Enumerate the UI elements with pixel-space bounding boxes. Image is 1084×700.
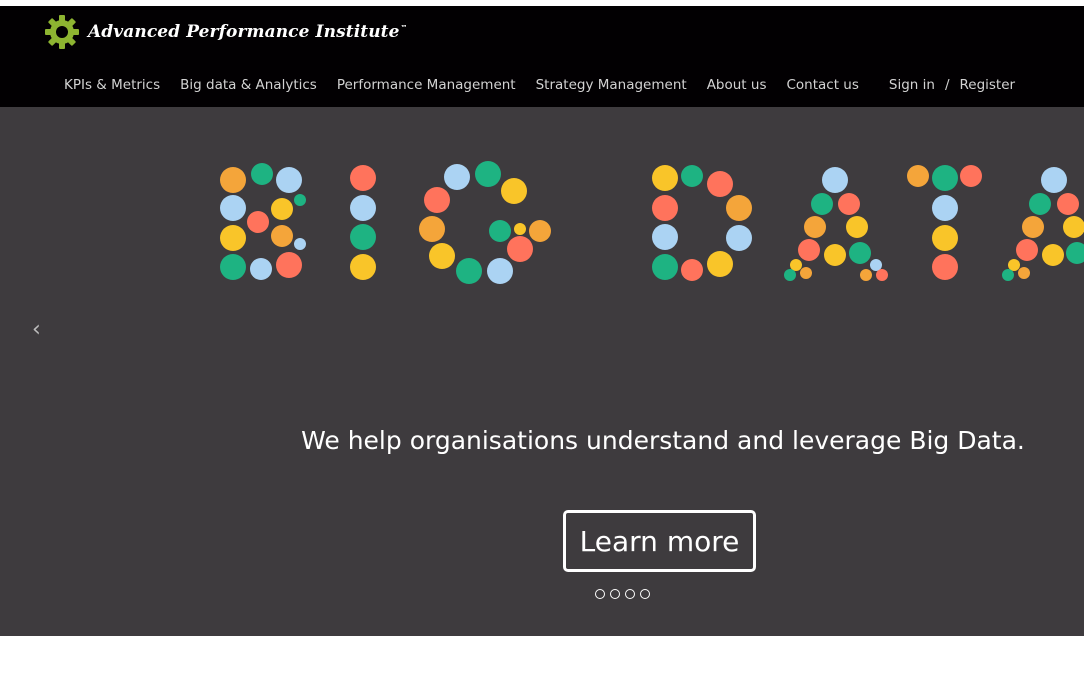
decorative-dot bbox=[798, 239, 820, 261]
decorative-dot bbox=[220, 254, 246, 280]
decorative-dot bbox=[294, 194, 306, 206]
decorative-dot bbox=[475, 161, 501, 187]
carousel-dot-4[interactable] bbox=[640, 589, 650, 599]
decorative-dot bbox=[932, 225, 958, 251]
decorative-dot bbox=[870, 259, 882, 271]
decorative-dot bbox=[804, 216, 826, 238]
decorative-dot bbox=[932, 254, 958, 280]
decorative-dot bbox=[271, 225, 293, 247]
nav-item-contact-us[interactable]: Contact us bbox=[786, 77, 858, 93]
decorative-dot bbox=[838, 193, 860, 215]
decorative-dot bbox=[514, 223, 526, 235]
carousel-dot-3[interactable] bbox=[625, 589, 635, 599]
decorative-dot bbox=[350, 165, 376, 191]
carousel-dot-1[interactable] bbox=[595, 589, 605, 599]
decorative-dot bbox=[822, 167, 848, 193]
nav-item-about-us[interactable]: About us bbox=[707, 77, 767, 93]
register-link[interactable]: Register bbox=[960, 77, 1016, 93]
decorative-dot bbox=[220, 195, 246, 221]
decorative-dot bbox=[932, 165, 958, 191]
decorative-dot bbox=[1063, 216, 1084, 238]
decorative-dot bbox=[220, 225, 246, 251]
decorative-dot bbox=[1016, 239, 1038, 261]
decorative-dot bbox=[652, 195, 678, 221]
decorative-dot bbox=[846, 216, 868, 238]
decorative-dot bbox=[444, 164, 470, 190]
decorative-dot bbox=[456, 258, 482, 284]
decorative-dot bbox=[860, 269, 872, 281]
decorative-dot bbox=[681, 259, 703, 281]
decorative-dot bbox=[707, 171, 733, 197]
brand-name: Advanced Performance Institute bbox=[88, 22, 400, 42]
decorative-dot bbox=[824, 244, 846, 266]
hero-carousel: ‹ We help organisations understand and l… bbox=[0, 107, 1084, 636]
decorative-dot bbox=[1018, 267, 1030, 279]
auth-separator: / bbox=[944, 77, 950, 93]
page-content-area bbox=[0, 636, 1084, 700]
carousel-pager bbox=[595, 589, 655, 599]
sign-in-link[interactable]: Sign in bbox=[889, 77, 935, 93]
nav-item-strategy-management[interactable]: Strategy Management bbox=[536, 77, 687, 93]
decorative-dot bbox=[876, 269, 888, 281]
decorative-dot bbox=[250, 258, 272, 280]
decorative-dot bbox=[220, 167, 246, 193]
decorative-dot bbox=[907, 165, 929, 187]
logo-text: Advanced Performance Institute™ bbox=[88, 22, 408, 42]
decorative-dot bbox=[424, 187, 450, 213]
decorative-dot bbox=[271, 198, 293, 220]
carousel-prev-arrow-icon[interactable]: ‹ bbox=[32, 317, 41, 342]
decorative-dot bbox=[681, 165, 703, 187]
gear-icon bbox=[45, 15, 79, 49]
auth-links: Sign in / Register bbox=[889, 77, 1015, 93]
decorative-dot bbox=[276, 167, 302, 193]
decorative-dot bbox=[429, 243, 455, 269]
decorative-dot bbox=[790, 259, 802, 271]
decorative-dot bbox=[251, 163, 273, 185]
decorative-dot bbox=[276, 252, 302, 278]
decorative-dot bbox=[800, 267, 812, 279]
decorative-dot bbox=[350, 254, 376, 280]
decorative-dot bbox=[1041, 167, 1067, 193]
carousel-dot-2[interactable] bbox=[610, 589, 620, 599]
decorative-dot bbox=[350, 224, 376, 250]
trademark-symbol: ™ bbox=[400, 24, 408, 33]
decorative-dot bbox=[350, 195, 376, 221]
decorative-dot bbox=[529, 220, 551, 242]
big-data-dots-graphic bbox=[220, 161, 1084, 284]
site-header: Advanced Performance Institute™ KPIs & M… bbox=[0, 6, 1084, 107]
decorative-dot bbox=[247, 211, 269, 233]
nav-item-performance-management[interactable]: Performance Management bbox=[337, 77, 516, 93]
decorative-dot bbox=[487, 258, 513, 284]
decorative-dot bbox=[294, 238, 306, 250]
decorative-dot bbox=[932, 195, 958, 221]
decorative-dot bbox=[1002, 269, 1014, 281]
decorative-dot bbox=[1029, 193, 1051, 215]
site-logo[interactable]: Advanced Performance Institute™ bbox=[44, 14, 408, 50]
decorative-dot bbox=[784, 269, 796, 281]
decorative-dot bbox=[1042, 244, 1064, 266]
nav-item-big-data-analytics[interactable]: Big data & Analytics bbox=[180, 77, 317, 93]
decorative-dot bbox=[849, 242, 871, 264]
learn-more-button[interactable]: Learn more bbox=[563, 510, 756, 572]
decorative-dot bbox=[1022, 216, 1044, 238]
decorative-dot bbox=[501, 178, 527, 204]
decorative-dot bbox=[652, 165, 678, 191]
decorative-dot bbox=[811, 193, 833, 215]
hero-tagline: We help organisations understand and lev… bbox=[301, 426, 1025, 455]
decorative-dot bbox=[960, 165, 982, 187]
nav-item-kpis-metrics[interactable]: KPIs & Metrics bbox=[64, 77, 160, 93]
decorative-dot bbox=[652, 224, 678, 250]
decorative-dot bbox=[726, 195, 752, 221]
decorative-dot bbox=[652, 254, 678, 280]
decorative-dot bbox=[1008, 259, 1020, 271]
decorative-dot bbox=[489, 220, 511, 242]
decorative-dot bbox=[1057, 193, 1079, 215]
main-nav: KPIs & Metrics Big data & Analytics Perf… bbox=[64, 74, 1015, 96]
decorative-dot bbox=[1066, 242, 1084, 264]
decorative-dot bbox=[507, 236, 533, 262]
decorative-dot bbox=[419, 216, 445, 242]
decorative-dot bbox=[707, 251, 733, 277]
decorative-dot bbox=[726, 225, 752, 251]
